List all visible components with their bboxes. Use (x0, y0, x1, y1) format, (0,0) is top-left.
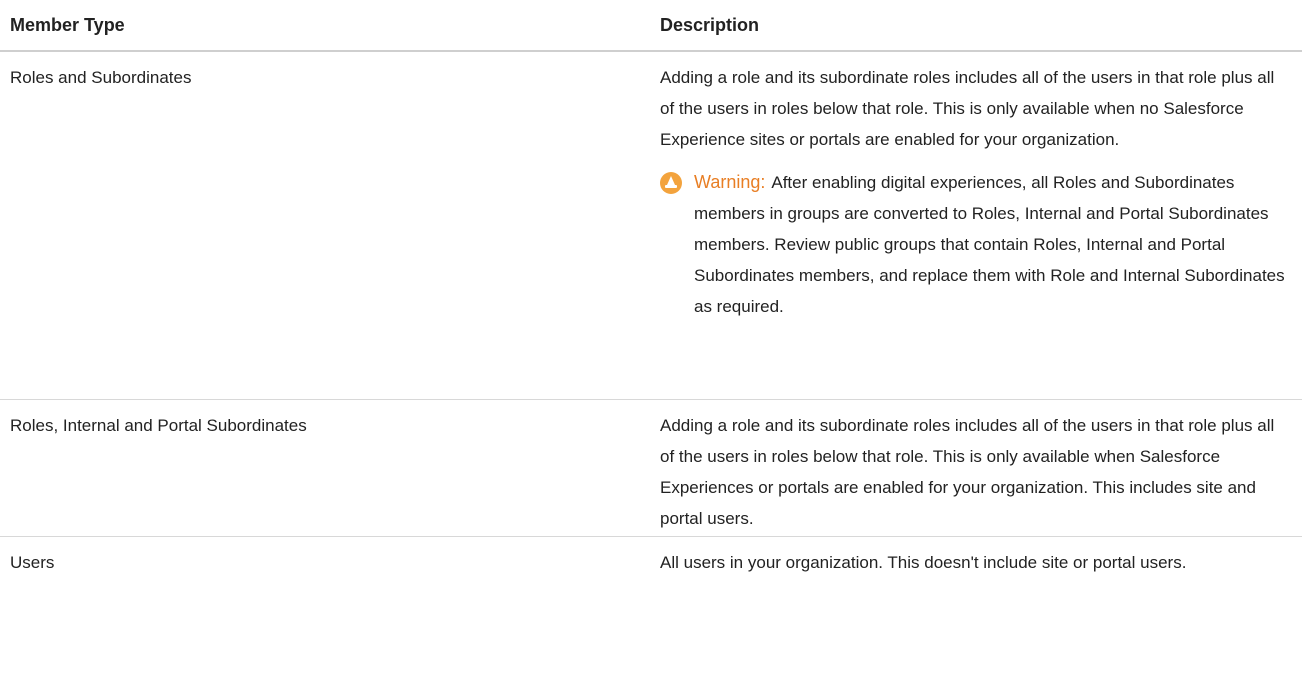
description-cell: Adding a role and its subordinate roles … (654, 399, 1302, 537)
warning-body: Warning: After enabling digital experienc… (682, 167, 1292, 322)
header-row: Member Type Description (0, 0, 1302, 52)
table-body: Roles and Subordinates Adding a role and… (0, 51, 1302, 640)
table-row: Roles and Subordinates Adding a role and… (0, 51, 1302, 400)
table-header: Member Type Description (0, 0, 1302, 52)
member-type-cell: Roles, Internal and Portal Subordinates (0, 399, 654, 537)
warning-cone-icon (660, 172, 682, 194)
table-row: Roles, Internal and Portal Subordinates … (0, 399, 1302, 537)
description-header: Description (654, 0, 1302, 52)
description-text: Adding a role and its subordinate roles … (660, 68, 1275, 149)
warning-callout: Warning: After enabling digital experienc… (660, 167, 1292, 322)
member-type-header: Member Type (0, 0, 654, 52)
description-cell: Adding a role and its subordinate roles … (654, 51, 1302, 400)
member-type-cell: Roles and Subordinates (0, 51, 654, 400)
member-type-table: Member Type Description Roles and Subord… (0, 0, 1302, 640)
warning-text: After enabling digital experiences, all … (694, 173, 1285, 316)
description-cell: All users in your organization. This doe… (660, 552, 1187, 572)
warning-label: Warning: (694, 172, 766, 192)
member-type-cell: Users (10, 552, 55, 572)
table-row: Users All users in your organization. Th… (0, 536, 1302, 640)
